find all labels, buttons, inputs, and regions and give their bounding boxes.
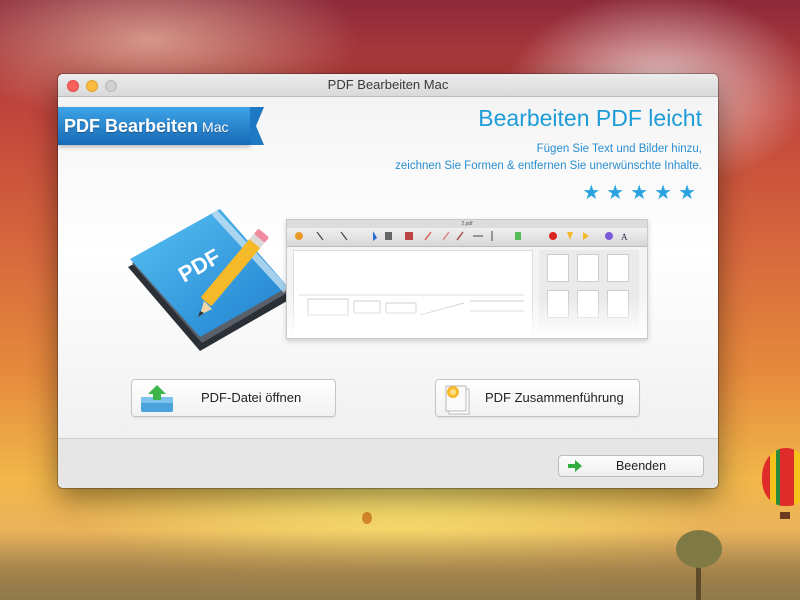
preview-thumbnail xyxy=(547,254,569,282)
preview-thumbnail xyxy=(577,254,599,282)
merge-document-icon xyxy=(445,385,470,415)
merge-pdf-label: PDF Zusammenführung xyxy=(485,390,624,405)
preview-toolbar: A xyxy=(287,228,647,247)
preview-thumbnail xyxy=(607,254,629,282)
tree xyxy=(676,530,722,600)
close-window-button[interactable] xyxy=(67,80,79,92)
hot-air-balloon xyxy=(762,448,800,506)
quit-label: Beenden xyxy=(615,459,667,473)
brand-suffix: Mac xyxy=(202,119,229,135)
distant-balloon xyxy=(362,512,372,524)
tagline-line-1: Fügen Sie Text und Bilder hinzu, xyxy=(536,143,702,155)
brand-ribbon: PDF Bearbeiten Mac xyxy=(58,107,250,145)
preview-tool-icons: A xyxy=(295,231,628,242)
quit-button[interactable]: Beenden xyxy=(558,455,704,477)
open-pdf-label: PDF-Datei öffnen xyxy=(201,390,302,405)
hero-illustration: PDF 2.pdf A xyxy=(124,205,648,351)
minimize-window-button[interactable] xyxy=(86,80,98,92)
headline: Bearbeiten PDF leicht xyxy=(478,105,702,131)
preview-title: 2.pdf xyxy=(287,220,647,228)
title-bar[interactable]: PDF Bearbeiten Mac xyxy=(58,74,718,97)
app-screenshot-preview: 2.pdf A xyxy=(286,219,648,339)
window-title: PDF Bearbeiten Mac xyxy=(327,77,449,92)
rating-stars: ★★★★★ xyxy=(582,182,702,204)
app-window: PDF Bearbeiten Mac PDF Bearbeiten Mac Bea… xyxy=(58,74,718,488)
svg-text:A: A xyxy=(621,232,628,242)
open-folder-upload-icon xyxy=(141,385,173,412)
footer-bar: Beenden xyxy=(58,438,718,488)
balloon-basket xyxy=(780,512,790,519)
zoom-window-button[interactable] xyxy=(105,80,117,92)
ribbon-tail xyxy=(250,107,264,145)
merge-pdf-button[interactable]: PDF Zusammenführung xyxy=(435,379,640,417)
preview-fade xyxy=(287,298,647,338)
brand-name: PDF Bearbeiten xyxy=(64,116,199,136)
pdf-book-icon: PDF xyxy=(128,209,294,351)
open-pdf-button[interactable]: PDF-Datei öffnen xyxy=(131,379,336,417)
main-content: PDF Bearbeiten Mac Bearbeiten PDF leicht … xyxy=(58,97,718,438)
tagline-line-2: zeichnen Sie Formen & entfernen Sie uner… xyxy=(395,160,702,172)
